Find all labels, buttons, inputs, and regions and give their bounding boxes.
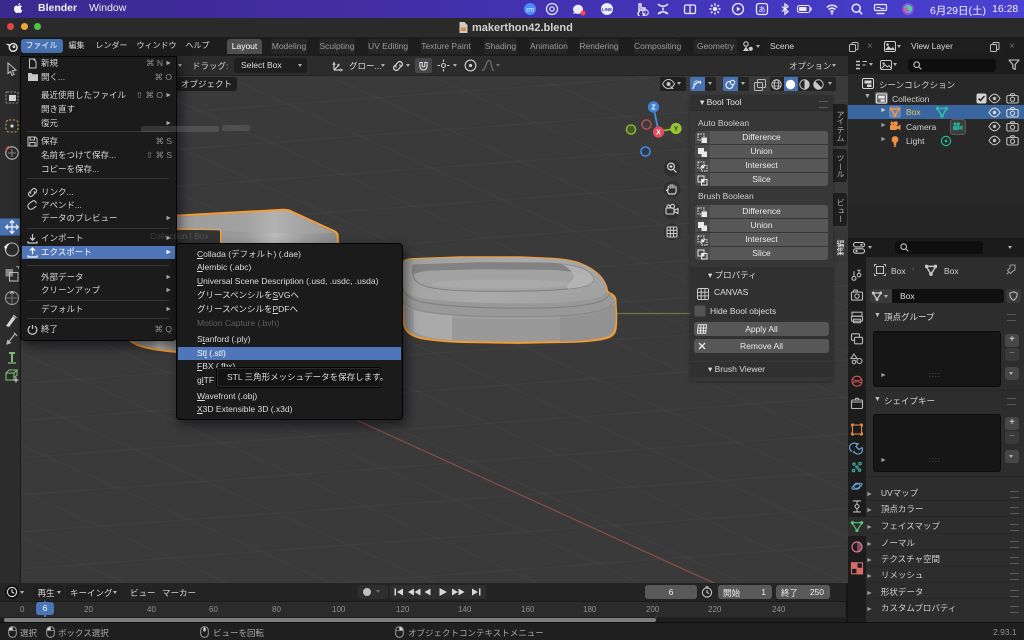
svg-text:Z: Z	[651, 105, 656, 112]
svg-text:Y: Y	[674, 126, 679, 133]
svg-text:!: !	[645, 10, 646, 15]
svg-text:LINE: LINE	[602, 7, 612, 12]
svg-text:zm: zm	[526, 8, 534, 14]
svg-text:あ: あ	[758, 4, 766, 15]
svg-text:X: X	[656, 130, 661, 137]
